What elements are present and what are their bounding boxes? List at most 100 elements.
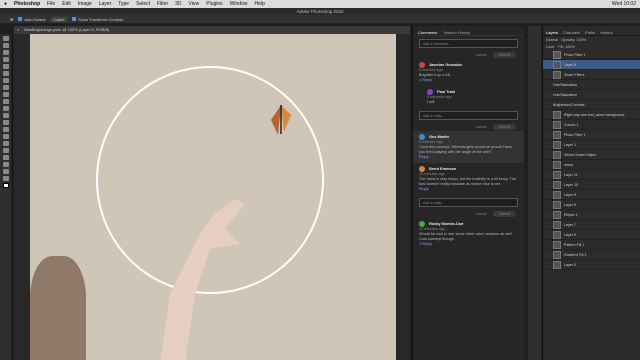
layer-row[interactable]: Layer 1 (543, 140, 640, 150)
reply-link[interactable]: Reply (419, 187, 429, 191)
tab-comments[interactable]: Comments (418, 30, 437, 35)
dodge-icon[interactable] (2, 134, 9, 139)
comment-author: Gus Martin (429, 135, 449, 139)
document-title: NewBeginnings.psdc @ 100% (Layer 5, RGB/… (24, 27, 110, 32)
layer-row[interactable]: Gradient Fill 1 (543, 250, 640, 260)
menu-file[interactable]: File (47, 1, 55, 7)
menu-select[interactable]: Select (136, 1, 150, 7)
layer-row[interactable]: Layer 11 (543, 170, 640, 180)
cancel-button[interactable]: Cancel (476, 125, 487, 129)
healing-icon[interactable] (2, 85, 9, 90)
layer-row[interactable]: Layer 0 (543, 260, 640, 270)
cancel-button[interactable]: Cancel (476, 212, 487, 216)
menu-image[interactable]: Image (78, 1, 92, 7)
layer-row[interactable]: Layer 9 (543, 190, 640, 200)
brush-icon[interactable] (2, 92, 9, 97)
shape-icon[interactable] (2, 162, 9, 167)
comment-item: Jasmine Gonzalez 6 minutes ago Brighten … (413, 59, 524, 86)
eyedropper-icon[interactable] (2, 78, 9, 83)
path-select-icon[interactable] (2, 155, 9, 160)
tab-version-history[interactable]: Version History (443, 30, 470, 35)
layer-row[interactable]: Layer 8 (543, 200, 640, 210)
layer-select[interactable]: Layer (51, 16, 68, 22)
menu-type[interactable]: Type (118, 1, 129, 7)
reply-link[interactable]: 1 Reply (419, 78, 432, 82)
zoom-icon[interactable] (2, 176, 9, 181)
move-tool-icon[interactable]: ✥ (10, 17, 13, 22)
artboard[interactable] (30, 34, 396, 360)
layer-row[interactable]: Smart Filters (543, 70, 640, 80)
comment-author: Rocky Montez-Carr (429, 222, 464, 226)
layer-row[interactable]: Pattern Fill 1 (543, 240, 640, 250)
menu-layer[interactable]: Layer (99, 1, 112, 7)
frame-icon[interactable] (2, 71, 9, 76)
submit-button[interactable]: Submit (492, 124, 516, 130)
layer-row[interactable]: moon (543, 160, 640, 170)
pen-icon[interactable] (2, 141, 9, 146)
layer-row[interactable]: Hue/Saturation (543, 80, 640, 90)
layer-row[interactable]: Brightness/Contrast (543, 100, 640, 110)
blend-mode-select[interactable]: Normal (546, 38, 558, 42)
menu-help[interactable]: Help (254, 1, 264, 7)
stamp-icon[interactable] (2, 99, 9, 104)
menu-window[interactable]: Window (230, 1, 248, 7)
layer-row[interactable]: Layer 5 (543, 60, 640, 70)
app-menu[interactable]: Photoshop (14, 1, 40, 7)
document-tab[interactable]: × NewBeginnings.psdc @ 100% (Layer 5, RG… (14, 26, 410, 34)
move-icon[interactable] (2, 36, 9, 41)
submit-button[interactable]: Submit (492, 52, 516, 58)
layer-row[interactable]: Curves 1 (543, 120, 640, 130)
menu-filter[interactable]: Filter (157, 1, 168, 7)
reply-link[interactable]: Reply (419, 155, 429, 159)
tab-layers[interactable]: Layers (546, 30, 558, 35)
layer-row[interactable]: Photo Filter 1 (543, 50, 640, 60)
gradient-icon[interactable] (2, 120, 9, 125)
tab-paths[interactable]: Paths (585, 30, 595, 35)
marquee-icon[interactable] (2, 43, 9, 48)
quick-select-icon[interactable] (2, 57, 9, 62)
tab-channels[interactable]: Channels (563, 30, 580, 35)
layer-row[interactable]: Hue/Saturation (543, 90, 640, 100)
cancel-button[interactable]: Cancel (476, 53, 487, 57)
auto-select-checkbox[interactable]: Auto-Select: (18, 16, 46, 22)
type-icon[interactable] (2, 148, 9, 153)
apple-icon[interactable]: ● (4, 1, 7, 7)
canvas-area[interactable] (14, 34, 410, 360)
opacity-field[interactable]: Opacity: 100% (561, 38, 586, 42)
reply-input[interactable]: Add a reply... (419, 198, 518, 207)
panel-icon-strip (528, 26, 541, 360)
menu-edit[interactable]: Edit (62, 1, 71, 7)
layer-row[interactable]: Layer 6 (543, 230, 640, 240)
layer-row[interactable]: Right way arm test_alone background (543, 110, 640, 120)
comment-item: Rocky Montez-Carr 12 minutes ago Would b… (413, 218, 524, 250)
submit-button[interactable]: Submit (492, 211, 516, 217)
comment-text: I love this concept. Michelangelo would … (419, 145, 512, 154)
hand-icon[interactable] (2, 169, 9, 174)
layer-row[interactable]: Vector Smart Object (543, 150, 640, 160)
menu-view[interactable]: View (189, 1, 200, 7)
reply-link[interactable]: 1 Reply (419, 242, 432, 246)
blur-icon[interactable] (2, 127, 9, 132)
presenter-webcam (30, 256, 86, 360)
comment-time: 5 seconds ago (427, 95, 452, 99)
fill-field[interactable]: Fill: 100% (558, 45, 575, 49)
layer-row[interactable]: Ellipse 1 (543, 210, 640, 220)
comment-text: The hand is very sharp, but the butterfl… (419, 177, 517, 186)
add-comment-input[interactable]: Add a comment... (419, 39, 518, 48)
menu-3d[interactable]: 3D (175, 1, 181, 7)
color-swatch-icon[interactable] (2, 183, 9, 188)
eraser-icon[interactable] (2, 113, 9, 118)
menu-plugins[interactable]: Plugins (206, 1, 222, 7)
layer-row[interactable]: Layer 7 (543, 220, 640, 230)
history-brush-icon[interactable] (2, 106, 9, 111)
layer-row[interactable]: Layer 10 (543, 180, 640, 190)
crop-icon[interactable] (2, 64, 9, 69)
lasso-icon[interactable] (2, 50, 9, 55)
layer-row[interactable]: Photo Filter 1 (543, 130, 640, 140)
tab-history[interactable]: History (600, 30, 612, 35)
reply-input[interactable]: Add a reply... (419, 111, 518, 120)
tools-panel (0, 34, 12, 360)
comment-item: Brent Emerson 10 minutes ago The hand is… (413, 163, 524, 195)
close-icon[interactable]: × (17, 26, 19, 34)
show-transform-checkbox[interactable]: Show Transform Controls (72, 16, 123, 22)
